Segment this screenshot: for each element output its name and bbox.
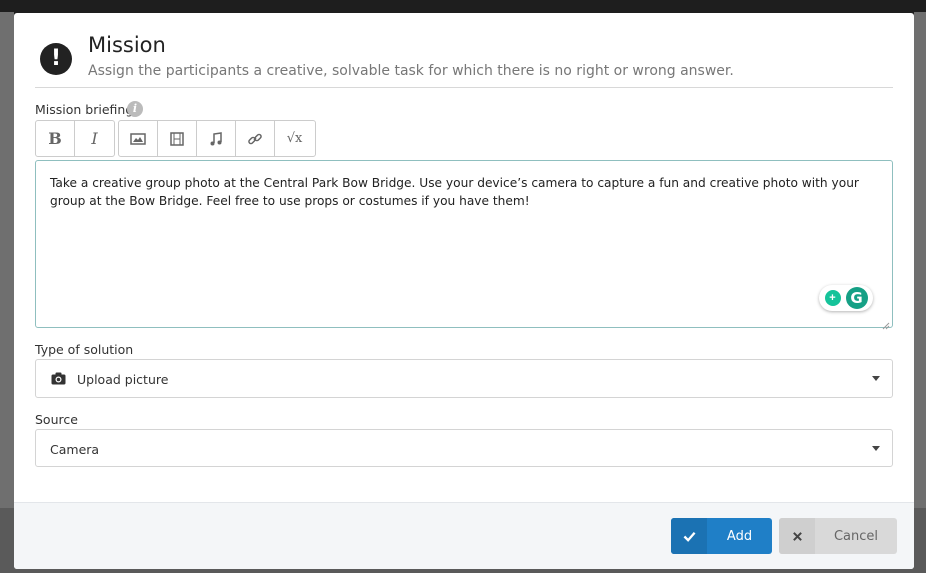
format-toolbar: B I xyxy=(35,120,115,157)
cancel-button-label: Cancel xyxy=(833,528,879,544)
insert-link-button[interactable] xyxy=(236,121,275,156)
insert-formula-button[interactable]: √x xyxy=(275,121,314,156)
italic-button[interactable]: I xyxy=(75,121,114,156)
chevron-down-icon xyxy=(872,446,880,451)
source-label: Source xyxy=(35,412,78,427)
italic-icon: I xyxy=(91,129,98,148)
link-icon xyxy=(248,133,262,144)
source-value: Camera xyxy=(50,442,100,457)
cancel-button[interactable]: Cancel xyxy=(779,518,897,554)
insert-video-button[interactable] xyxy=(158,121,197,156)
info-icon[interactable]: i xyxy=(127,101,143,117)
music-icon xyxy=(210,131,222,145)
grammarly-icon[interactable]: G xyxy=(845,287,868,309)
backdrop xyxy=(914,12,926,573)
bold-icon: B xyxy=(48,129,62,148)
divider xyxy=(35,87,893,88)
close-icon xyxy=(779,518,815,554)
add-button[interactable]: Add xyxy=(671,518,772,554)
solution-type-value: Upload picture xyxy=(77,372,169,387)
source-select[interactable]: Camera xyxy=(35,429,893,467)
exclamation-icon: ! xyxy=(40,43,72,75)
solution-type-select[interactable]: Upload picture xyxy=(35,359,893,398)
dialog-header: ! Mission Assign the participants a crea… xyxy=(14,13,914,88)
camera-icon xyxy=(51,372,66,385)
dialog-subtitle: Assign the participants a creative, solv… xyxy=(88,63,734,79)
chevron-down-icon xyxy=(872,376,880,381)
film-icon xyxy=(170,131,184,146)
dialog-footer: Add Cancel xyxy=(14,502,914,569)
mission-briefing-label: Mission briefing xyxy=(35,102,134,117)
briefing-editor[interactable]: Take a creative group photo at the Centr… xyxy=(35,160,893,330)
mission-dialog: ! Mission Assign the participants a crea… xyxy=(14,13,914,569)
add-button-label: Add xyxy=(726,528,753,544)
insert-audio-button[interactable] xyxy=(197,121,236,156)
formula-icon: √x xyxy=(286,131,303,146)
insert-toolbar: √x xyxy=(118,120,316,157)
dialog-title: Mission xyxy=(88,33,166,57)
briefing-text: Take a creative group photo at the Centr… xyxy=(50,176,859,208)
image-icon xyxy=(130,132,146,145)
check-icon xyxy=(671,518,707,554)
bold-button[interactable]: B xyxy=(36,121,75,156)
resize-handle[interactable] xyxy=(882,317,890,330)
insert-image-button[interactable] xyxy=(119,121,158,156)
lightbulb-icon[interactable]: + xyxy=(824,290,841,306)
grammarly-widget[interactable]: + G xyxy=(819,285,873,311)
backdrop xyxy=(0,12,14,573)
solution-type-label: Type of solution xyxy=(35,342,134,357)
